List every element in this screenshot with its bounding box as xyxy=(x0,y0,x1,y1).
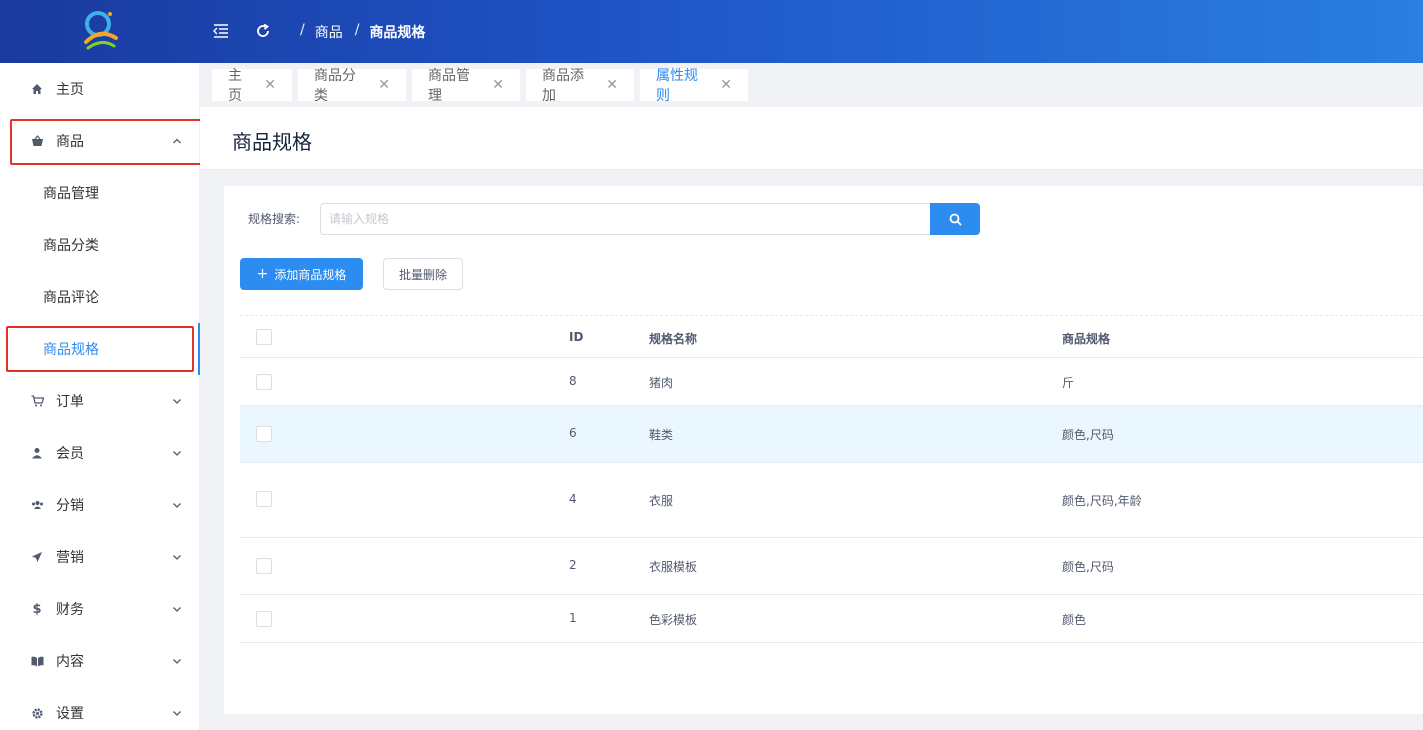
cell-id: 6 xyxy=(569,426,577,440)
cell-id: 4 xyxy=(569,492,577,506)
refresh-icon[interactable] xyxy=(252,20,274,42)
tab-attribute-rules[interactable]: 属性规则 ✕ xyxy=(640,68,748,104)
tab-goods-category[interactable]: 商品分类 ✕ xyxy=(298,68,406,104)
cell-name: 衣服 xyxy=(649,494,674,508)
plus-icon: + xyxy=(256,266,269,282)
table-row[interactable]: 6 鞋类 颜色,尺码 xyxy=(240,406,1423,463)
breadcrumb: / 商品 / 商品规格 xyxy=(300,22,426,42)
tab-goods-add[interactable]: 商品添加 ✕ xyxy=(526,68,634,104)
cell-spec: 颜色,尺码 xyxy=(1062,428,1114,442)
search-button[interactable] xyxy=(930,203,980,235)
column-header-id: ID xyxy=(569,330,584,344)
sidebar-item-finance[interactable]: $ 财务 xyxy=(0,583,200,635)
chevron-down-icon xyxy=(173,451,181,456)
sidebar-item-marketing[interactable]: 营销 xyxy=(0,531,200,583)
add-spec-button[interactable]: + 添加商品规格 xyxy=(240,258,363,290)
group-icon xyxy=(30,498,44,512)
cell-name: 鞋类 xyxy=(649,428,674,442)
table-row[interactable]: 8 猪肉 斤 xyxy=(240,358,1423,406)
cell-name: 色彩模板 xyxy=(649,613,698,627)
chevron-down-icon xyxy=(173,555,181,560)
chevron-down-icon xyxy=(173,399,181,404)
cell-spec: 颜色,尺码 xyxy=(1062,560,1114,574)
cell-id: 1 xyxy=(569,611,577,625)
search-label: 规格搜索: xyxy=(248,212,301,226)
chevron-up-icon xyxy=(173,138,181,144)
send-icon xyxy=(30,550,44,564)
column-header-spec: 商品规格 xyxy=(1062,332,1111,346)
page-title: 商品规格 xyxy=(232,130,312,154)
chevron-down-icon xyxy=(173,503,181,508)
gear-icon xyxy=(30,706,44,720)
column-header-name: 规格名称 xyxy=(649,332,698,346)
cell-spec: 颜色 xyxy=(1062,613,1087,627)
tab-bar: 主页 ✕ 商品分类 ✕ 商品管理 ✕ 商品添加 ✕ 属性规则 ✕ xyxy=(200,63,1423,107)
sidebar-subitem-goods-manage[interactable]: 商品管理 xyxy=(0,167,200,219)
sidebar-subitem-goods-comment[interactable]: 商品评论 xyxy=(0,271,200,323)
logo[interactable] xyxy=(0,0,200,63)
cell-id: 8 xyxy=(569,374,577,388)
close-icon[interactable]: ✕ xyxy=(720,77,732,93)
menu-collapse-icon[interactable] xyxy=(210,20,232,42)
sidebar-subitem-goods-spec[interactable]: 商品规格 xyxy=(0,323,200,375)
home-icon xyxy=(30,82,44,96)
table-row[interactable]: 4 衣服 颜色,尺码,年龄 xyxy=(240,463,1423,538)
content-card: 规格搜索: + 添加商品规格 批量删除 ID 规格名称 商品规格 8 猪肉 斤 … xyxy=(224,186,1423,714)
close-icon[interactable]: ✕ xyxy=(492,77,504,93)
sidebar-item-orders[interactable]: 订单 xyxy=(0,375,200,427)
book-icon xyxy=(30,654,44,668)
batch-delete-button[interactable]: 批量删除 xyxy=(383,258,463,290)
basket-icon xyxy=(30,134,44,148)
sidebar-item-members[interactable]: 会员 xyxy=(0,427,200,479)
sidebar-item-home[interactable]: 主页 xyxy=(0,63,200,115)
breadcrumb-item[interactable]: 商品 xyxy=(315,22,343,42)
search-icon xyxy=(949,213,962,226)
user-icon xyxy=(30,446,44,460)
row-checkbox[interactable] xyxy=(256,611,272,627)
cart-icon xyxy=(30,394,44,408)
breadcrumb-current: 商品规格 xyxy=(369,25,426,41)
page-header: 商品规格 xyxy=(200,107,1423,170)
close-icon[interactable]: ✕ xyxy=(264,77,276,93)
top-header: / 商品 / 商品规格 xyxy=(0,0,1423,63)
row-checkbox[interactable] xyxy=(256,491,272,507)
table-row[interactable]: 2 衣服模板 颜色,尺码 xyxy=(240,538,1423,595)
cell-name: 衣服模板 xyxy=(649,560,698,574)
select-all-checkbox[interactable] xyxy=(256,329,272,345)
cell-spec: 斤 xyxy=(1062,376,1075,390)
dollar-icon: $ xyxy=(32,601,42,617)
cell-spec: 颜色,尺码,年龄 xyxy=(1062,494,1142,508)
sidebar-item-distribution[interactable]: 分销 xyxy=(0,479,200,531)
table-row[interactable]: 1 色彩模板 颜色 xyxy=(240,595,1423,643)
row-checkbox[interactable] xyxy=(256,374,272,390)
row-checkbox[interactable] xyxy=(256,426,272,442)
row-checkbox[interactable] xyxy=(256,558,272,574)
close-icon[interactable]: ✕ xyxy=(378,77,390,93)
cell-id: 2 xyxy=(569,558,577,572)
chevron-down-icon xyxy=(173,659,181,664)
chevron-down-icon xyxy=(173,711,181,716)
sidebar-subitem-goods-category[interactable]: 商品分类 xyxy=(0,219,200,271)
sidebar-item-goods[interactable]: 商品 xyxy=(0,115,200,167)
tab-home[interactable]: 主页 ✕ xyxy=(212,68,292,104)
table-header: ID 规格名称 商品规格 xyxy=(240,315,1423,358)
sidebar: 主页 商品 商品管理 商品分类 商品评论 商品规格 订单 会员 分销 营销 $ … xyxy=(0,63,200,730)
cell-name: 猪肉 xyxy=(649,376,674,390)
close-icon[interactable]: ✕ xyxy=(606,77,618,93)
search-input[interactable] xyxy=(320,203,931,235)
sidebar-item-settings[interactable]: 设置 xyxy=(0,687,200,730)
sidebar-item-content[interactable]: 内容 xyxy=(0,635,200,687)
chevron-down-icon xyxy=(173,607,181,612)
tab-goods-manage[interactable]: 商品管理 ✕ xyxy=(412,68,520,104)
